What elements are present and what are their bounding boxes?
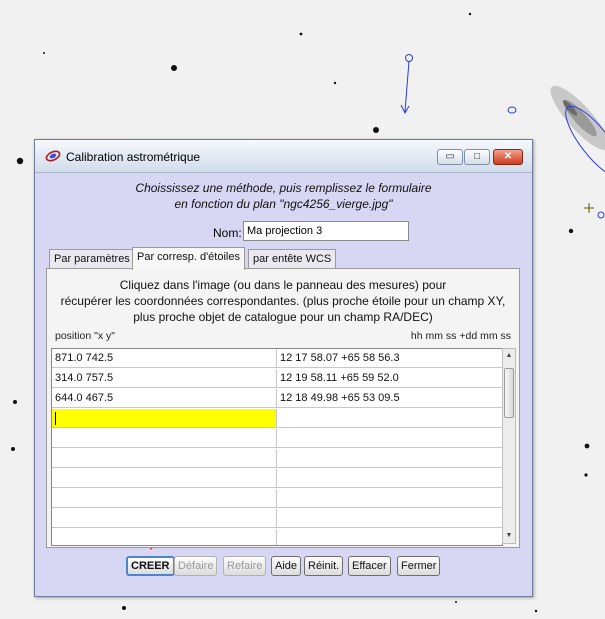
panel-instructions: Cliquez dans l'image (ou dans le panneau… — [47, 277, 519, 325]
radec-cell[interactable] — [277, 529, 502, 545]
xy-cell-selected[interactable] — [52, 409, 277, 428]
text-cursor — [55, 411, 56, 425]
galaxy-logo-icon — [45, 150, 61, 162]
xy-cell[interactable] — [52, 469, 277, 488]
instructions: Choississez une méthode, puis remplissez… — [35, 180, 532, 212]
minimize-button[interactable]: ▭ — [437, 149, 463, 165]
table-row — [52, 529, 502, 545]
xy-cell[interactable]: 314.0 757.5 — [52, 369, 277, 388]
xy-cell[interactable]: 871.0 742.5 — [52, 349, 277, 368]
calibration-dialog: Calibration astrométrique ▭ □ ✕ Choissis… — [34, 139, 533, 597]
panel-instructions-line3: plus proche objet de catalogue pour un c… — [133, 310, 433, 324]
radec-cell[interactable] — [277, 449, 502, 468]
table-row: 314.0 757.5 12 19 58.11 +65 59 52.0 — [52, 369, 502, 389]
button-row: CREER Défaire Refaire Aide Réinit. Effac… — [35, 554, 532, 578]
column-header-xy: position "x y" — [55, 330, 115, 342]
correspondence-table: 871.0 742.5 12 17 58.07 +65 58 56.3 314.… — [51, 348, 503, 546]
table-row: 871.0 742.5 12 17 58.07 +65 58 56.3 — [52, 349, 502, 369]
radec-cell[interactable]: 12 18 49.98 +65 53 09.5 — [277, 389, 502, 408]
column-header-radec: hh mm ss +dd mm ss — [410, 330, 511, 342]
xy-cell[interactable] — [52, 489, 277, 508]
title-bar[interactable]: Calibration astrométrique ▭ □ ✕ — [35, 140, 532, 173]
defaire-button[interactable]: Défaire — [174, 556, 218, 576]
xy-cell[interactable] — [52, 429, 277, 448]
projection-name-input[interactable] — [243, 221, 409, 241]
xy-cell[interactable] — [52, 449, 277, 468]
table-row — [52, 489, 502, 509]
radec-cell[interactable] — [277, 489, 502, 508]
radec-cell[interactable] — [277, 469, 502, 488]
table-scrollbar[interactable]: ▲ ▼ — [502, 348, 516, 544]
refaire-button[interactable]: Refaire — [223, 556, 267, 576]
panel-instructions-line1: Cliquez dans l'image (ou dans le panneau… — [119, 278, 447, 292]
maximize-button[interactable]: □ — [464, 149, 490, 165]
close-window-button[interactable]: ✕ — [493, 149, 523, 165]
radec-cell[interactable] — [277, 509, 502, 528]
table-row: 644.0 467.5 12 18 49.98 +65 53 09.5 — [52, 389, 502, 409]
table-row — [52, 429, 502, 449]
radec-cell[interactable] — [277, 409, 502, 428]
panel-instructions-line2: récupérer les coordonnées correspondante… — [60, 294, 506, 308]
effacer-button[interactable]: Effacer — [348, 556, 391, 576]
radec-cell[interactable] — [277, 429, 502, 448]
instructions-line2: en fonction du plan "ngc4256_vierge.jpg" — [174, 197, 393, 211]
table-row — [52, 509, 502, 529]
scroll-up-icon[interactable]: ▲ — [503, 350, 515, 362]
scroll-thumb[interactable] — [504, 368, 514, 418]
tab-panel: Cliquez dans l'image (ou dans le panneau… — [46, 268, 520, 548]
creer-button[interactable]: CREER — [126, 556, 175, 576]
xy-cell[interactable] — [52, 529, 277, 545]
xy-cell[interactable] — [52, 509, 277, 528]
window-title: Calibration astrométrique — [66, 150, 201, 164]
reinit-button[interactable]: Réinit. — [304, 556, 344, 576]
tab-par-correspondance-etoiles[interactable]: Par corresp. d'étoiles — [132, 247, 245, 270]
name-label: Nom: — [213, 226, 242, 240]
radec-cell[interactable]: 12 17 58.07 +65 58 56.3 — [277, 349, 502, 368]
table-row — [52, 469, 502, 489]
tab-par-parametres[interactable]: Par paramètres — [49, 249, 135, 269]
table-row — [52, 449, 502, 469]
radec-cell[interactable]: 12 19 58.11 +65 59 52.0 — [277, 369, 502, 388]
fermer-button[interactable]: Fermer — [397, 556, 441, 576]
tab-par-entete-wcs[interactable]: par entête WCS — [248, 249, 337, 269]
scroll-down-icon[interactable]: ▼ — [503, 530, 515, 542]
instructions-line1: Choississez une méthode, puis remplissez… — [135, 181, 432, 195]
aide-button[interactable]: Aide — [271, 556, 302, 576]
table-row — [52, 409, 502, 429]
xy-cell[interactable]: 644.0 467.5 — [52, 389, 277, 408]
